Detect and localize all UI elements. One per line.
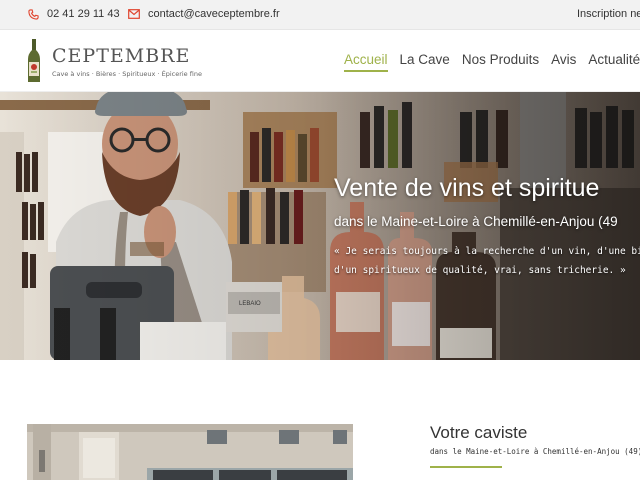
email-address: contact@caveceptembre.fr xyxy=(148,8,280,20)
section-divider xyxy=(430,466,502,468)
nav-item-avis[interactable]: Avis xyxy=(551,52,576,72)
hero-banner: LEBAIO Vente de vins et spiritue dans le… xyxy=(0,92,640,360)
wine-bottle-logo-icon xyxy=(28,39,40,82)
site-header: CEPTEMBRE Cave à vins · Bières · Spiritu… xyxy=(0,30,640,92)
hero-subtitle: dans le Maine-et-Loire à Chemillé-en-Anj… xyxy=(334,214,618,229)
hero-quote-line-2: d'un spiritueux de qualité, vrai, sans t… xyxy=(334,265,626,276)
envelope-icon xyxy=(128,9,140,19)
newsletter-signup-link[interactable]: Inscription nel xyxy=(577,8,640,20)
hero-title: Vente de vins et spiritue xyxy=(334,174,600,202)
site-logo[interactable]: CEPTEMBRE Cave à vins · Bières · Spiritu… xyxy=(24,38,202,84)
logo-subtitle: Cave à vins · Bières · Spiritueux · Épic… xyxy=(52,69,202,78)
phone-number: 02 41 29 11 43 xyxy=(47,8,120,20)
section-subtitle: dans le Maine-et-Loire à Chemillé-en-Anj… xyxy=(430,447,640,456)
logo-text: CEPTEMBRE Cave à vins · Bières · Spiritu… xyxy=(52,45,202,78)
nav-item-actualites[interactable]: Actualités xyxy=(588,52,640,72)
contact-topbar: 02 41 29 11 43 contact@caveceptembre.fr … xyxy=(0,0,640,30)
hero-quote-line-1: « Je serais toujours à la recherche d'un… xyxy=(334,246,640,257)
nav-item-nos-produits[interactable]: Nos Produits xyxy=(462,52,539,72)
caviste-section: Votre caviste dans le Maine-et-Loire à C… xyxy=(0,360,640,480)
phone-icon xyxy=(28,8,39,20)
nav-item-accueil[interactable]: Accueil xyxy=(344,52,388,72)
hero-quote: « Je serais toujours à la recherche d'un… xyxy=(334,242,640,280)
email-link[interactable]: contact@caveceptembre.fr xyxy=(128,8,280,20)
section-title: Votre caviste xyxy=(430,423,528,442)
shop-facade-photo xyxy=(27,424,353,480)
nav-item-la-cave[interactable]: La Cave xyxy=(400,52,450,72)
main-nav: Accueil La Cave Nos Produits Avis Actual… xyxy=(344,52,640,72)
shop-facade-image xyxy=(27,424,353,480)
lebaio-label: LEBAIO xyxy=(239,301,261,307)
newsletter-signup-label: Inscription nel xyxy=(577,8,640,20)
logo-title: CEPTEMBRE xyxy=(52,44,191,67)
phone-link[interactable]: 02 41 29 11 43 xyxy=(28,8,120,20)
